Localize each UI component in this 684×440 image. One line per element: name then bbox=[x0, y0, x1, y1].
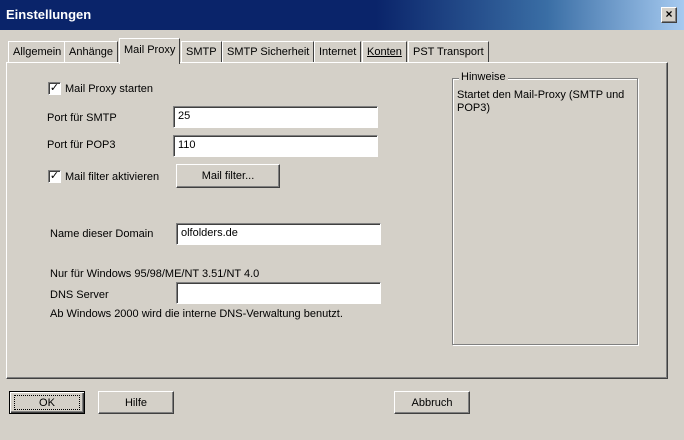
windows-note: Nur für Windows 95/98/ME/NT 3.51/NT 4.0 bbox=[50, 268, 260, 280]
settings-dialog: Einstellungen × Allgemein Anhänge Mail P… bbox=[0, 0, 684, 440]
cancel-button[interactable]: Abbruch bbox=[394, 391, 470, 414]
tab-smtp-sicherheit[interactable]: SMTP Sicherheit bbox=[222, 41, 315, 63]
title-bar[interactable]: Einstellungen × bbox=[0, 0, 684, 30]
hints-title: Hinweise bbox=[459, 71, 508, 83]
tab-pst-transport[interactable]: PST Transport bbox=[408, 41, 489, 63]
dns-server-input[interactable] bbox=[176, 282, 381, 304]
tab-anhaenge[interactable]: Anhänge bbox=[64, 41, 119, 63]
pop3-port-label: Port für POP3 bbox=[47, 139, 116, 151]
tab-allgemein[interactable]: Allgemein bbox=[8, 41, 67, 63]
tab-internet[interactable]: Internet bbox=[314, 41, 362, 63]
mail-proxy-start-label: Mail Proxy starten bbox=[65, 83, 154, 95]
hints-text: Startet den Mail-Proxy (SMTP und POP3) bbox=[457, 89, 625, 114]
domain-input[interactable]: olfolders.de bbox=[176, 223, 381, 245]
help-button[interactable]: Hilfe bbox=[98, 391, 174, 414]
hints-groupbox: Hinweise Startet den Mail-Proxy (SMTP un… bbox=[452, 71, 638, 345]
tab-konten[interactable]: Konten bbox=[362, 41, 407, 63]
mail-filter-button[interactable]: Mail filter... bbox=[176, 164, 280, 188]
tab-konten-label: Konten bbox=[367, 46, 402, 58]
mail-proxy-start-checkbox[interactable]: ✓ bbox=[48, 82, 61, 95]
close-icon: × bbox=[665, 7, 673, 21]
dns-note: Ab Windows 2000 wird die interne DNS-Ver… bbox=[50, 308, 343, 320]
window-title: Einstellungen bbox=[6, 7, 92, 22]
tab-smtp[interactable]: SMTP bbox=[181, 41, 222, 63]
focus-rect bbox=[14, 395, 80, 410]
smtp-port-label: Port für SMTP bbox=[47, 112, 117, 124]
mail-filter-label: Mail filter aktivieren bbox=[65, 171, 160, 183]
pop3-port-input[interactable]: 110 bbox=[173, 135, 378, 157]
smtp-port-input[interactable]: 25 bbox=[173, 106, 378, 128]
ok-button[interactable]: OK bbox=[9, 391, 85, 414]
domain-label: Name dieser Domain bbox=[50, 228, 154, 240]
dns-server-label: DNS Server bbox=[50, 289, 109, 301]
close-button[interactable]: × bbox=[661, 7, 677, 23]
mail-filter-checkbox[interactable]: ✓ bbox=[48, 170, 61, 183]
tab-mail-proxy[interactable]: Mail Proxy bbox=[119, 38, 181, 64]
